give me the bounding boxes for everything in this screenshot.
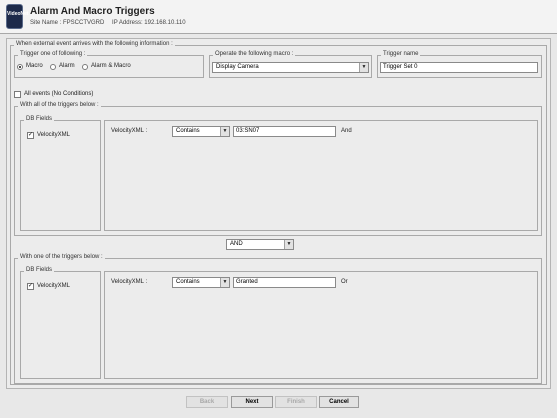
site-info: Site Name : FPSCCTVGRD IP Address: 192.1… [30,20,192,26]
all-suffix-label: And [341,128,352,134]
macro-group-label: Operate the following macro : [213,51,296,58]
chevron-down-icon[interactable]: ▼ [220,127,229,136]
radio-macro[interactable] [17,64,23,70]
back-button[interactable]: Back [186,396,228,408]
all-events-label: All events (No Conditions) [24,91,94,97]
one-velocityxml-label: VelocityXML [37,283,71,289]
all-velocityxml-checkbox[interactable]: ✓ [27,132,34,139]
finish-button[interactable]: Finish [275,396,317,408]
all-triggers-group-label: With all of the triggers below : [18,102,101,109]
all-events-checkbox[interactable] [14,91,21,98]
one-condition-label: VelocityXML : [111,279,148,285]
trigger-type-group-label: Trigger one of following : [18,51,88,58]
chevron-down-icon[interactable]: ▼ [220,278,229,287]
all-condition-value-input[interactable]: 03:SN07 [233,126,336,137]
radio-macro-label: Macro [26,63,43,69]
one-triggers-group-label: With one of the triggers below : [18,254,105,261]
chevron-down-icon[interactable]: ▼ [359,63,368,72]
next-button[interactable]: Next [231,396,273,408]
page-title: Alarm And Macro Triggers [30,6,155,17]
one-operator-value: Contains [176,279,200,285]
all-condition-label: VelocityXML : [111,128,148,134]
one-condition-value-input[interactable]: Granted [233,277,336,288]
all-operator-select[interactable]: Contains ▼ [172,126,230,137]
site-name-text: Site Name : FPSCCTVGRD [30,20,105,26]
radio-alarm-label: Alarm [59,63,75,69]
all-velocityxml-label: VelocityXML [37,132,71,138]
ip-address-text: IP Address: 192.168.10.110 [112,20,186,26]
event-info-group-label: When external event arrives with the fol… [14,41,175,48]
one-db-fields-label: DB Fields [24,267,55,274]
trigger-name-group-label: Trigger name [381,51,421,58]
combinator-select[interactable]: AND ▼ [226,239,294,250]
radio-alarm-and-macro-label: Alarm & Macro [91,63,131,69]
trigger-name-input[interactable]: Trigger Set 0 [380,62,538,73]
cancel-button[interactable]: Cancel [319,396,359,408]
one-velocityxml-checkbox[interactable]: ✓ [27,283,34,290]
header-bar: VideoNet Alarm And Macro Triggers Site N… [0,0,557,34]
one-suffix-label: Or [341,279,348,285]
all-operator-value: Contains [176,128,200,134]
chevron-down-icon[interactable]: ▼ [284,240,293,249]
macro-select[interactable]: Display Camera ▼ [212,62,369,73]
app-logo: VideoNet [6,4,29,29]
combinator-value: AND [230,241,243,247]
all-db-fields-label: DB Fields [24,116,55,123]
radio-alarm-and-macro[interactable] [82,64,88,70]
one-operator-select[interactable]: Contains ▼ [172,277,230,288]
radio-alarm[interactable] [50,64,56,70]
macro-select-value: Display Camera [216,64,259,70]
